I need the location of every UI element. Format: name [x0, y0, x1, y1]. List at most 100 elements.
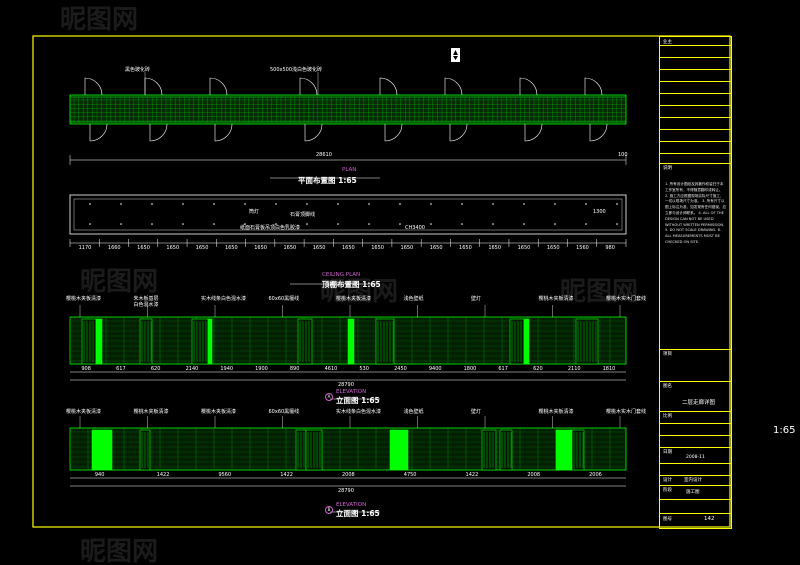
elevation-b-title: 立面图 1:65 — [336, 509, 380, 518]
elev2-material-label-2: 樱桃木夹板清漆 — [201, 409, 237, 415]
downlight-icon — [120, 223, 122, 225]
elev1-material-label-1: 朱木板基层 白色混水漆 — [133, 296, 159, 308]
elevation-a-title: 立面图 1:65 — [336, 396, 380, 405]
elev1-dim-2: 620 — [150, 366, 161, 372]
ceiling-dim-15: 1650 — [517, 245, 531, 251]
number-value: 142 — [704, 516, 715, 522]
elev1-material-label-4: 樱桃木夹板清漆 — [336, 296, 372, 302]
elev2-dim-2: 9560 — [218, 472, 232, 478]
downlight-icon — [306, 223, 308, 225]
elev2-material-label-3: 60x60黑檀线 — [268, 409, 300, 415]
ceiling-dim-2: 1650 — [137, 245, 150, 251]
downlight-icon — [430, 203, 432, 205]
downlight-icon — [182, 223, 184, 225]
elev2-material-label-5: 浅色壁纸 — [403, 409, 424, 415]
elev1-dim-7: 4610 — [324, 366, 338, 372]
scale-label: 比例 — [663, 414, 672, 419]
side-scale-label: 1:65 — [773, 425, 796, 436]
ceiling-dim-5: 1650 — [224, 245, 238, 251]
downlight-icon — [399, 203, 401, 205]
downlight-icon — [368, 223, 370, 225]
elev2-dim-7: 2008 — [527, 472, 541, 478]
downlight-icon — [275, 203, 277, 205]
plan-label-tile: 500x500浅白色玻化砖 — [270, 67, 323, 73]
ceiling-subtitle: CEILING PLAN — [322, 272, 361, 278]
plan-dim-total: 28610 — [316, 152, 332, 158]
elev1-dim-3: 2140 — [185, 366, 199, 372]
title-block: 业主 说明 项目 图名 二层走廊详图 比例 日期 2008-11 设计 室内设计… — [659, 36, 732, 529]
design-notes: 1. 所有设计图纸及其著作权皆归于本工作室所有，不得随意翻印或转让。 2. 施工… — [665, 182, 727, 244]
door-panel — [389, 429, 409, 471]
elev2-dim-3: 1422 — [280, 472, 293, 478]
downlight-icon — [492, 223, 494, 225]
ceiling-dim-16: 1650 — [546, 245, 560, 251]
elev1-material-label-6: 壁灯 — [471, 296, 482, 302]
design-label: 设计 — [663, 478, 672, 483]
door-panel — [523, 318, 530, 365]
ceiling-label-height: CH3400 — [405, 225, 425, 231]
ceiling-dim-4: 1650 — [195, 245, 209, 251]
elev2-material-label-8: 樱桃木实木门套线 — [606, 409, 647, 415]
plan-label-dark-tile: 黑色玻化砖 — [125, 67, 151, 73]
elevation-a-total: 28790 — [338, 382, 354, 388]
elev1-material-label-5: 浅色壁纸 — [403, 296, 424, 302]
downlight-icon — [585, 223, 587, 225]
elev1-material-label-3: 60x60黑檀线 — [268, 296, 300, 302]
door-panel — [207, 318, 213, 365]
downlight-icon — [306, 203, 308, 205]
downlight-icon — [120, 203, 122, 205]
ceiling-dim-0: 1170 — [78, 245, 92, 251]
ceiling-dim-12: 1650 — [429, 245, 443, 251]
ceiling-dim-17: 1560 — [576, 245, 589, 251]
door-panel — [347, 318, 355, 365]
drawing-name: 二层走廊详图 — [682, 400, 716, 406]
downlight-icon — [89, 203, 91, 205]
elev1-material-label-7: 樱桃木夹板清漆 — [538, 296, 574, 302]
notes-label: 说明 — [663, 166, 672, 171]
downlight-icon — [492, 203, 494, 205]
elevation-a-marker: A — [325, 393, 333, 401]
elev1-dim-0: 908 — [81, 366, 91, 372]
downlight-icon — [554, 223, 556, 225]
elev1-material-label-0: 樱桃木夹板清漆 — [66, 296, 102, 302]
downlight-icon — [585, 203, 587, 205]
elevation-b-total: 28790 — [338, 488, 354, 494]
downlight-icon — [213, 223, 215, 225]
elev1-dim-15: 1810 — [602, 366, 616, 372]
elev2-dim-1: 1422 — [156, 472, 170, 478]
downlight-icon — [554, 203, 556, 205]
project-label: 项目 — [663, 352, 672, 357]
drawing-label: 图名 — [663, 384, 672, 389]
ceiling-title: 顶棚布置图 1:65 — [322, 280, 381, 289]
elev2-dim-8: 2006 — [589, 472, 602, 478]
watermark-text: 昵图网 — [80, 267, 158, 297]
downlight-icon — [616, 223, 618, 225]
plan-dim-end: 100 — [618, 152, 628, 158]
ceiling-dim-8: 1650 — [312, 245, 326, 251]
elev2-material-label-7: 樱桃木夹板清漆 — [538, 409, 574, 415]
ceiling-dim-1: 1660 — [107, 245, 121, 251]
ceiling-dim-9: 1650 — [342, 245, 355, 251]
ceiling-dim-14: 1650 — [488, 245, 502, 251]
design-value: 室内设计 — [684, 478, 702, 483]
downlight-icon — [182, 203, 184, 205]
downlight-icon — [89, 223, 91, 225]
downlight-icon — [430, 223, 432, 225]
ceiling-dim-6: 1650 — [254, 245, 267, 251]
plan-title: 平面布置图 1:65 — [298, 176, 357, 185]
watermark-text: 昵图网 — [560, 277, 638, 307]
elev1-material-label-2: 实木线条白色混水漆 — [201, 296, 247, 302]
ceiling-dim-13: 1650 — [459, 245, 472, 251]
elev2-dim-6: 1422 — [465, 472, 479, 478]
elev2-material-label-0: 樱桃木夹板清漆 — [66, 409, 102, 415]
elev2-material-label-1: 樱桃木夹板清漆 — [133, 409, 169, 415]
ceiling-dim-11: 1650 — [400, 245, 414, 251]
elevation-b-marker: B — [325, 506, 333, 514]
date-label: 日期 — [663, 450, 672, 455]
door-panel — [555, 429, 573, 471]
stage-label: 阶段 — [663, 488, 672, 493]
elev2-dim-4: 2008 — [342, 472, 355, 478]
downlight-icon — [151, 223, 153, 225]
downlight-icon — [244, 203, 246, 205]
elev1-dim-11: 1800 — [463, 366, 477, 372]
